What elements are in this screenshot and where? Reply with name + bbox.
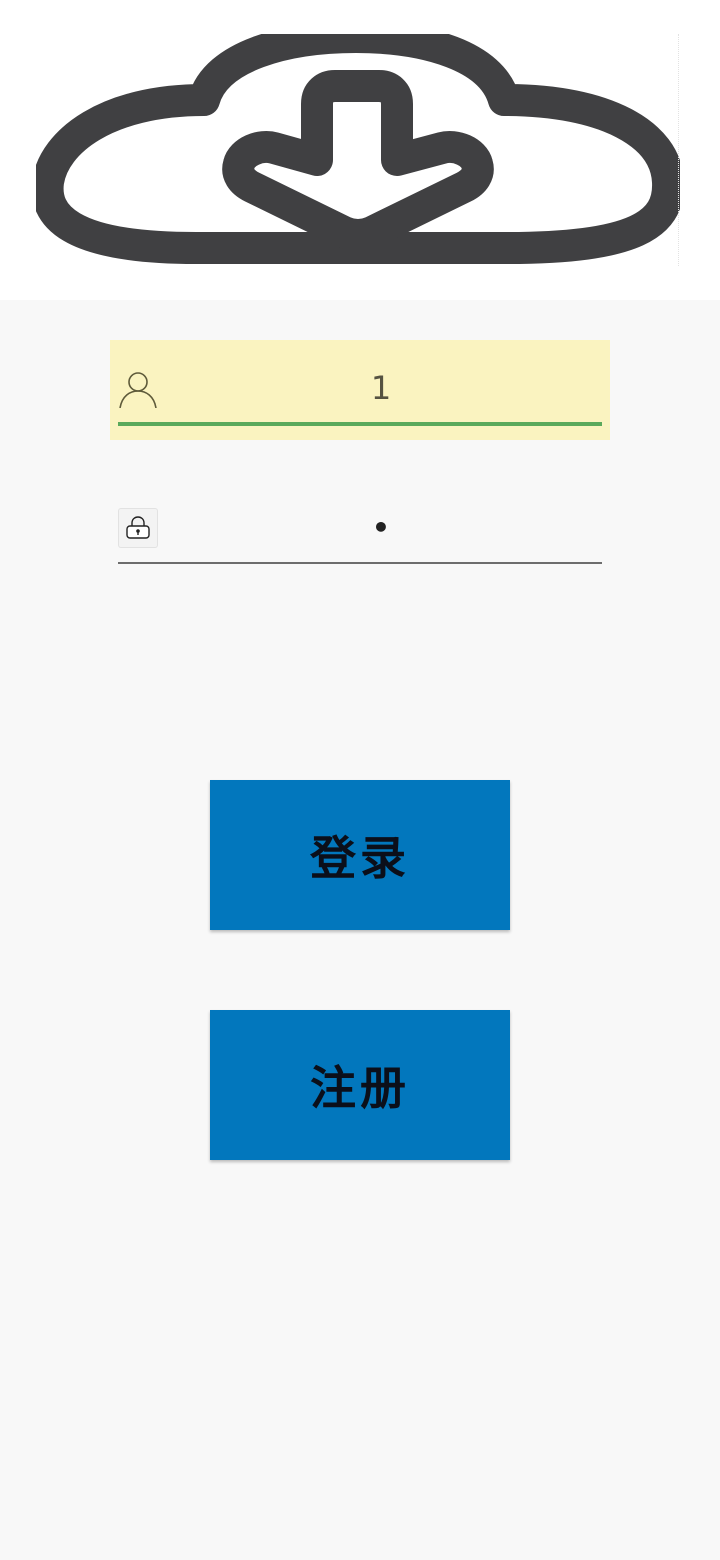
lock-icon — [118, 508, 158, 548]
user-icon — [118, 368, 158, 409]
username-input[interactable]: 1 — [170, 366, 592, 410]
register-button[interactable]: 注册 — [210, 1010, 510, 1160]
cloud-download-icon — [36, 34, 680, 266]
header — [0, 0, 720, 300]
password-underline — [118, 562, 602, 564]
password-input[interactable]: • — [170, 506, 592, 550]
login-button[interactable]: 登录 — [210, 780, 510, 930]
password-field[interactable]: • — [110, 500, 610, 570]
header-divider — [678, 34, 681, 266]
username-underline — [118, 422, 602, 426]
username-field[interactable]: 1 — [110, 340, 610, 440]
